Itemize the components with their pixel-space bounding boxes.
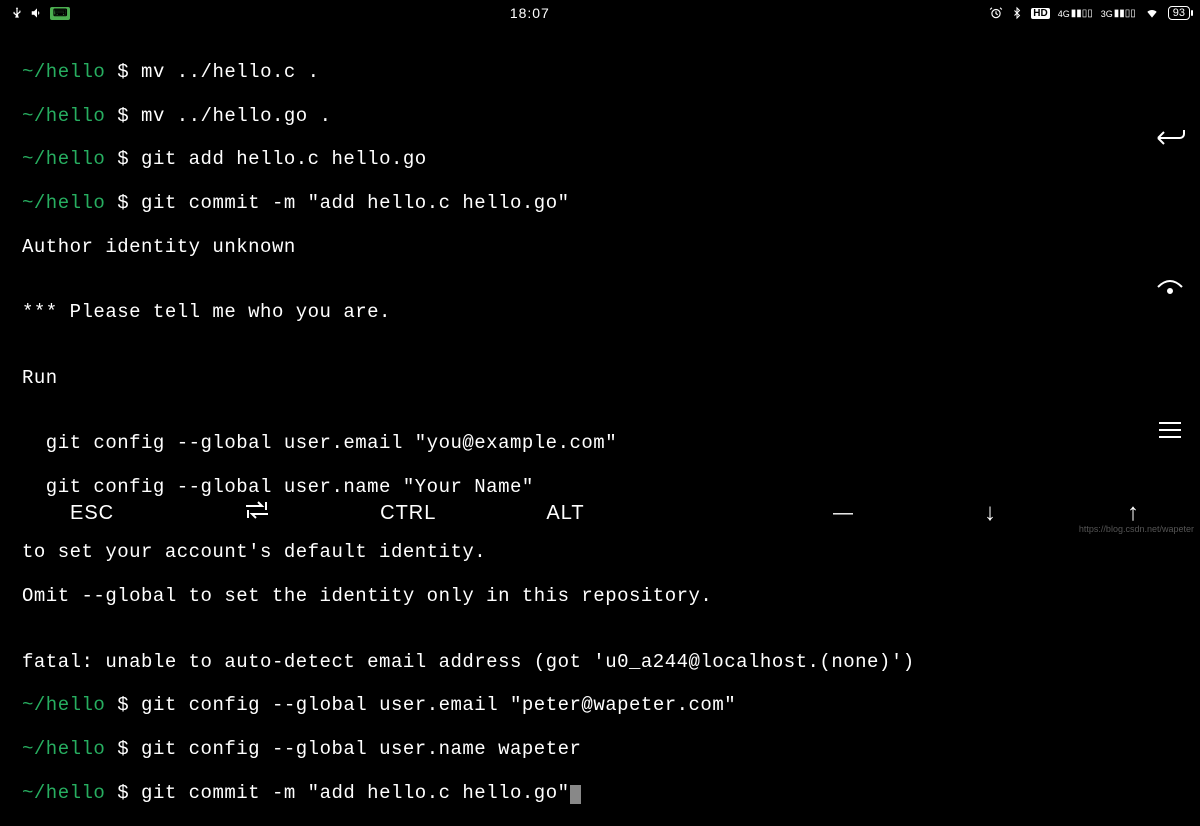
key-esc[interactable]: ESC: [70, 502, 114, 525]
usb-icon: [10, 6, 24, 20]
terminal-output[interactable]: ~/hello $ mv ../hello.c . ~/hello $ mv .…: [0, 26, 1200, 826]
prompt-dollar: $: [117, 105, 129, 127]
system-nav: [1152, 120, 1188, 448]
key-ctrl[interactable]: CTRL: [380, 502, 436, 525]
prompt-dollar: $: [117, 61, 129, 83]
menu-button[interactable]: [1152, 412, 1188, 448]
status-left: ⌨: [10, 6, 70, 20]
prompt-path: ~/hello: [22, 148, 105, 170]
wifi-icon: [1144, 6, 1160, 20]
terminal-line: Author identity unknown: [22, 237, 1178, 259]
cmd-text: git config --global user.name wapeter: [141, 738, 581, 760]
key-dash[interactable]: —: [833, 502, 854, 525]
key-alt[interactable]: ALT: [546, 502, 584, 525]
prompt-dollar: $: [117, 694, 129, 716]
prompt-path: ~/hello: [22, 192, 105, 214]
watermark: https://blog.csdn.net/wapeter: [1079, 524, 1194, 534]
cmd-text: mv ../hello.c .: [141, 61, 320, 83]
keyboard-badge-icon: ⌨: [50, 7, 70, 20]
terminal-key-bar: ESC CTRL ALT — ↓ ↑: [0, 488, 1200, 538]
terminal-line: to set your account's default identity.: [22, 542, 1178, 564]
terminal-line: ~/hello $ mv ../hello.go .: [22, 106, 1178, 128]
terminal-line: ~/hello $ git config --global user.name …: [22, 739, 1178, 761]
cmd-text: git commit -m "add hello.c hello.go": [141, 782, 569, 804]
prompt-dollar: $: [117, 738, 129, 760]
prompt-dollar: $: [117, 148, 129, 170]
terminal-line: ~/hello $ git commit -m "add hello.c hel…: [22, 783, 1178, 805]
terminal-line: ~/hello $ git config --global user.email…: [22, 695, 1178, 717]
signal-3g: 3G▮▮▯▯: [1101, 8, 1136, 19]
signal-4g: 4G▮▮▯▯: [1058, 8, 1093, 19]
terminal-line: Run: [22, 368, 1178, 390]
battery-indicator: 93: [1168, 6, 1190, 20]
terminal-line: ~/hello $ mv ../hello.c .: [22, 62, 1178, 84]
cmd-text: git config --global user.email "peter@wa…: [141, 694, 736, 716]
terminal-line: ~/hello $ git commit -m "add hello.c hel…: [22, 193, 1178, 215]
back-button[interactable]: [1152, 120, 1188, 156]
cmd-text: git add hello.c hello.go: [141, 148, 427, 170]
alarm-icon: [989, 6, 1003, 20]
prompt-path: ~/hello: [22, 694, 105, 716]
cmd-text: mv ../hello.go .: [141, 105, 331, 127]
cmd-text: git commit -m "add hello.c hello.go": [141, 192, 569, 214]
terminal-line: fatal: unable to auto-detect email addre…: [22, 652, 1178, 674]
hd-badge: HD: [1031, 8, 1049, 19]
prompt-path: ~/hello: [22, 105, 105, 127]
terminal-line: Omit --global to set the identity only i…: [22, 586, 1178, 608]
terminal-line: ~/hello $ git add hello.c hello.go: [22, 149, 1178, 171]
status-clock: 18:07: [510, 5, 550, 21]
key-down[interactable]: ↓: [984, 499, 997, 527]
terminal-line: *** Please tell me who you are.: [22, 302, 1178, 324]
key-tab[interactable]: [244, 500, 270, 526]
terminal-cursor: [570, 785, 581, 804]
volume-icon: [30, 6, 44, 20]
home-button[interactable]: [1152, 266, 1188, 302]
bluetooth-icon: [1011, 6, 1023, 20]
prompt-path: ~/hello: [22, 738, 105, 760]
status-right: HD 4G▮▮▯▯ 3G▮▮▯▯ 93: [989, 6, 1190, 20]
prompt-path: ~/hello: [22, 61, 105, 83]
prompt-path: ~/hello: [22, 782, 105, 804]
prompt-dollar: $: [117, 192, 129, 214]
key-up[interactable]: ↑: [1127, 499, 1140, 527]
status-bar: ⌨ 18:07 HD 4G▮▮▯▯ 3G▮▮▯▯ 93: [0, 0, 1200, 26]
prompt-dollar: $: [117, 782, 129, 804]
terminal-line: git config --global user.email "you@exam…: [22, 433, 1178, 455]
